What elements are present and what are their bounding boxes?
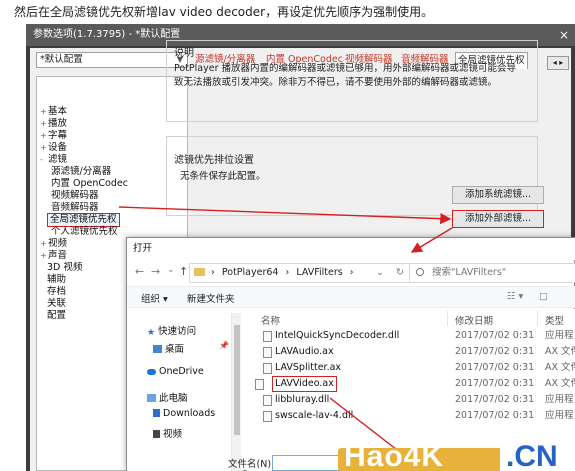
tree-item-global-filter-priority[interactable]: 全局滤镜优先权 [47,213,120,227]
add-system-filter-button[interactable]: 添加系统滤镜... [452,186,544,204]
description-title: 说明 [174,48,194,59]
search-placeholder: 搜索"LAVFilters" [432,267,507,278]
tree-item-audio[interactable]: +声音 [40,250,67,262]
new-folder-button[interactable]: 新建文件夹 [187,291,235,305]
folder-icon [194,268,205,276]
view-options-icon[interactable]: ☷ ▾ [507,291,523,302]
preset-value: *默认配置 [40,54,83,65]
breadcrumb-item[interactable]: LAVFilters [296,267,342,278]
refresh-icon[interactable]: ↻ [396,264,404,282]
filter-priority-title: 滤镜优先排位设置 [174,155,254,166]
tree-item-config[interactable]: 配置 [47,310,66,322]
nav-desktop[interactable]: 桌面 [153,341,184,355]
navigation-pane: ★ 快速访问 桌面 📌 OneDrive 此电脑 Downloads 视频 [127,309,243,471]
address-bar: ← → ⌄ ↑ › PotPlayer64 › LAVFilters › ⌄ ↻… [127,260,575,286]
breadcrumb-separator: › [349,267,354,278]
open-file-dialog: 打开 ← → ⌄ ↑ › PotPlayer64 › LAVFilters › … [126,237,575,471]
back-icon[interactable]: ← [135,265,144,278]
tab-scroll-arrows[interactable]: ◂ ▸ [547,56,569,70]
breadcrumb-separator: › [211,267,215,278]
filename-label: 文件名(N): [228,459,275,470]
dll-file-icon [263,395,272,406]
tree-item-archive[interactable]: 存档 [47,286,66,298]
close-icon[interactable]: × [559,24,569,46]
up-folder-icon[interactable]: ↑ [179,265,188,278]
breadcrumb-item[interactable]: PotPlayer64 [222,267,279,278]
cloud-icon [147,369,156,375]
video-folder-icon [153,430,160,438]
download-icon [153,409,160,417]
tree-item-extras[interactable]: 辅助 [47,274,66,286]
nav-downloads[interactable]: Downloads [153,408,215,419]
tree-item-device[interactable]: +设备 [40,142,67,154]
tree-item-builtin-opencodec[interactable]: 内置 OpenCodec [51,178,128,190]
watermark-suffix-box: .CN [500,442,575,471]
command-bar: 组织 ▾ 新建文件夹 ☷ ▾ □ [127,286,575,308]
tree-item-source-filter[interactable]: 源滤镜/分离器 [51,166,111,178]
watermark-suffix: .CN [506,440,558,471]
dll-file-icon [263,331,272,342]
dialog-title: 打开 [127,238,575,260]
file-row[interactable]: LAVAudio.ax2017/07/02 0:31AX 文件 [247,344,575,360]
caption-text: 然后在全局滤镜优先权新增lav video decoder，再设定优先顺序为强制… [14,5,434,19]
tree-item-video[interactable]: +视频 [40,238,67,250]
star-icon: ★ [147,328,156,338]
nav-scroll-thumb[interactable] [234,325,240,435]
preview-pane-icon[interactable]: □ [539,291,548,302]
file-row[interactable]: LAVSplitter.ax2017/07/02 0:31AX 文件 [247,360,575,376]
column-divider [447,311,448,326]
ax-file-icon [255,379,264,390]
search-icon [416,268,424,276]
tree-item-playback[interactable]: +播放 [40,118,67,130]
tree-item-filters[interactable]: - 滤镜 [40,154,67,166]
organize-menu[interactable]: 组织 ▾ [141,291,168,305]
nav-scrollbar[interactable] [231,313,241,471]
pin-icon[interactable]: 📌 [219,341,229,350]
nav-videos[interactable]: 视频 [153,426,182,440]
recent-locations-icon[interactable]: ⌄ [167,265,175,275]
desktop-icon [153,345,162,353]
nav-quick-access[interactable]: ★ 快速访问 [147,323,196,338]
tree-item-association[interactable]: 关联 [47,298,66,310]
column-name[interactable]: 名称 [261,313,280,327]
column-modified[interactable]: 修改日期 [455,313,493,327]
watermark-text: Hao4K [344,440,445,471]
file-row[interactable]: swscale-lav-4.dll 2017/07/02 0:31 应用程 [247,408,575,424]
ax-file-icon [263,347,272,358]
file-row[interactable]: IntelQuickSyncDecoder.dll 2017/07/02 0:31… [247,328,575,344]
column-divider [537,311,538,326]
path-dropdown-icon[interactable]: ⌄ [376,264,384,282]
breadcrumb-separator: › [285,267,290,278]
path-breadcrumb[interactable]: › PotPlayer64 › LAVFilters › ⌄ ↻ [189,263,411,283]
computer-icon [147,394,156,402]
tree-item-basic[interactable]: +基本 [40,106,67,118]
file-row-selected[interactable]: LAVVideo.ax2017/07/02 0:31AX 文件 [247,376,575,392]
description-text: PotPlayer 播放器内置的编解码器或滤镜已够用，用外部编解码器或滤镜可能会… [174,63,517,88]
tree-item-3d-video[interactable]: 3D 视频 [47,262,82,274]
nav-this-pc[interactable]: 此电脑 [147,390,188,404]
ax-file-icon [263,363,272,374]
tree-item-personal-filter-priority[interactable]: 个人滤镜优先权 [51,226,118,238]
tree-item-subtitles[interactable]: +字幕 [40,130,67,142]
forward-icon[interactable]: → [151,265,160,278]
watermark-logo: Hao4K .CN [338,442,575,471]
add-external-filter-button[interactable]: 添加外部滤镜... [452,210,544,228]
search-input[interactable]: 搜索"LAVFilters" [409,263,575,283]
column-type[interactable]: 类型 [545,313,564,327]
dll-file-icon [263,411,272,422]
file-row[interactable]: libbluray.dll 2017/07/02 0:31 应用程 [247,392,575,408]
tree-item-video-decoder[interactable]: 视频解码器 [51,190,99,202]
filter-priority-note: 无条件保存此配置。 [180,171,266,182]
nav-onedrive[interactable]: OneDrive [147,366,204,377]
